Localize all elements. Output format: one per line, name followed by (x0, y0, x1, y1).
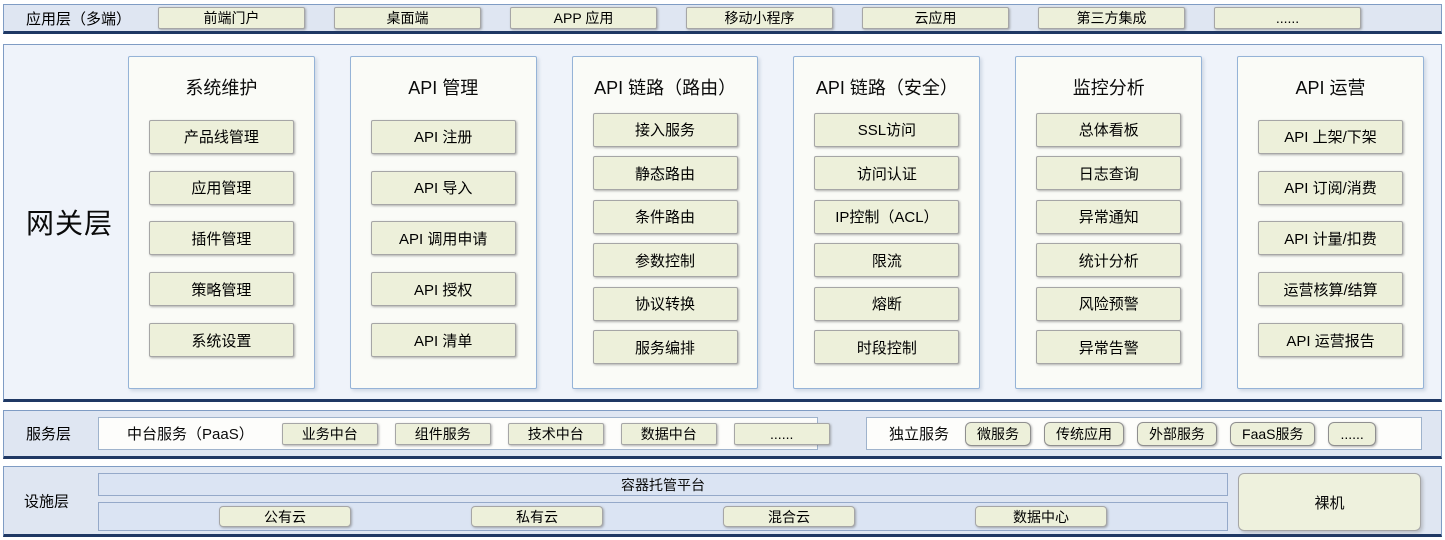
gateway-column-items: 产品线管理 应用管理 插件管理 策略管理 系统设置 (129, 99, 314, 388)
paas-item-chip: 技术中台 (508, 423, 604, 445)
independent-item-chip: 传统应用 (1044, 422, 1124, 446)
infrastructure-layer-label: 设施层 (24, 490, 69, 511)
independent-item-chip: 外部服务 (1137, 422, 1217, 446)
gateway-item-chip: API 导入 (371, 171, 516, 205)
paas-item-chip: 组件服务 (395, 423, 491, 445)
gateway-item-chip: 总体看板 (1036, 113, 1181, 147)
application-item-chip: 桌面端 (334, 7, 481, 29)
gateway-item-chip: 接入服务 (593, 113, 738, 147)
gateway-column-items: 总体看板 日志查询 异常通知 统计分析 风险预警 异常告警 (1016, 99, 1201, 388)
gateway-column-monitoring-analysis: 监控分析 总体看板 日志查询 异常通知 统计分析 风险预警 异常告警 (1015, 56, 1202, 389)
independent-item-chip: FaaS服务 (1230, 422, 1315, 446)
gateway-column-title: API 链路（安全） (794, 57, 979, 99)
gateway-item-chip: 异常告警 (1036, 330, 1181, 364)
application-layer-items: 前端门户 桌面端 APP 应用 移动小程序 云应用 第三方集成 ...... (158, 7, 1361, 29)
gateway-item-chip: 限流 (814, 243, 959, 277)
gateway-item-chip: 统计分析 (1036, 243, 1181, 277)
application-item-chip: APP 应用 (510, 7, 657, 29)
gateway-column-api-link-routing: API 链路（路由） 接入服务 静态路由 条件路由 参数控制 协议转换 服务编排 (572, 56, 759, 389)
application-layer-label: 应用层（多端） (20, 8, 158, 29)
cloud-item-chip: 数据中心 (975, 506, 1107, 527)
independent-item-chip: 微服务 (965, 422, 1031, 446)
application-item-chip: 第三方集成 (1038, 7, 1185, 29)
gateway-layer-label: 网关层 (26, 202, 113, 242)
bare-metal-box: 裸机 (1238, 473, 1421, 531)
gateway-column-api-operation: API 运营 API 上架/下架 API 订阅/消费 API 计量/扣费 运营核… (1237, 56, 1424, 389)
gateway-item-chip: API 上架/下架 (1258, 120, 1403, 154)
paas-item-chip: 数据中台 (621, 423, 717, 445)
gateway-column-title: API 运营 (1238, 57, 1423, 99)
cloud-item-chip: 私有云 (471, 506, 603, 527)
gateway-column-title: API 管理 (351, 57, 536, 99)
paas-item-chip: 业务中台 (282, 423, 378, 445)
application-item-chip: 移动小程序 (686, 7, 833, 29)
gateway-item-chip: 访问认证 (814, 156, 959, 190)
gateway-item-chip: API 注册 (371, 120, 516, 154)
gateway-item-chip: API 调用申请 (371, 221, 516, 255)
gateway-item-chip: 时段控制 (814, 330, 959, 364)
infrastructure-layer-band: 设施层 容器托管平台 公有云 私有云 混合云 数据中心 裸机 (3, 466, 1442, 537)
gateway-column-title: 系统维护 (129, 57, 314, 99)
gateway-item-chip: 静态路由 (593, 156, 738, 190)
gateway-item-chip: 服务编排 (593, 330, 738, 364)
gateway-column-title: API 链路（路由） (573, 57, 758, 99)
service-layer-label: 服务层 (20, 423, 98, 444)
gateway-item-chip: API 授权 (371, 272, 516, 306)
gateway-column-api-management: API 管理 API 注册 API 导入 API 调用申请 API 授权 API… (350, 56, 537, 389)
gateway-item-chip: 条件路由 (593, 200, 738, 234)
gateway-item-chip: 运营核算/结算 (1258, 272, 1403, 306)
paas-services-items: 业务中台 组件服务 技术中台 数据中台 ...... (282, 423, 830, 445)
gateway-item-chip: API 清单 (371, 323, 516, 357)
infrastructure-main-area: 容器托管平台 公有云 私有云 混合云 数据中心 (98, 473, 1228, 531)
gateway-columns: 系统维护 产品线管理 应用管理 插件管理 策略管理 系统设置 AP (128, 56, 1424, 389)
gateway-column-items: SSL访问 访问认证 IP控制（ACL） 限流 熔断 时段控制 (794, 99, 979, 388)
gateway-item-chip: IP控制（ACL） (814, 200, 959, 234)
gateway-item-chip: API 订阅/消费 (1258, 171, 1403, 205)
paas-services-box: 中台服务（PaaS） 业务中台 组件服务 技术中台 数据中台 ...... (98, 417, 818, 450)
paas-services-title: 中台服务（PaaS） (127, 423, 254, 444)
application-item-chip: 云应用 (862, 7, 1009, 29)
application-item-chip: 前端门户 (158, 7, 305, 29)
gateway-item-chip: 产品线管理 (149, 120, 294, 154)
gateway-item-chip: 日志查询 (1036, 156, 1181, 190)
service-layer-band: 服务层 中台服务（PaaS） 业务中台 组件服务 技术中台 数据中台 .....… (3, 410, 1442, 459)
gateway-item-chip: 应用管理 (149, 171, 294, 205)
cloud-item-chip: 混合云 (723, 506, 855, 527)
paas-item-chip: ...... (734, 423, 830, 445)
gateway-column-api-link-security: API 链路（安全） SSL访问 访问认证 IP控制（ACL） 限流 熔断 时段… (793, 56, 980, 389)
container-platform-bar: 容器托管平台 (98, 473, 1228, 496)
gateway-item-chip: 策略管理 (149, 272, 294, 306)
gateway-item-chip: 熔断 (814, 287, 959, 321)
gateway-column-items: 接入服务 静态路由 条件路由 参数控制 协议转换 服务编排 (573, 99, 758, 388)
architecture-diagram: 应用层（多端） 前端门户 桌面端 APP 应用 移动小程序 云应用 第三方集成 … (0, 0, 1445, 540)
gateway-item-chip: API 计量/扣费 (1258, 221, 1403, 255)
gateway-column-items: API 注册 API 导入 API 调用申请 API 授权 API 清单 (351, 99, 536, 388)
gateway-item-chip: 系统设置 (149, 323, 294, 357)
gateway-layer-band: 网关层 系统维护 产品线管理 应用管理 插件管理 策略管理 系统设置 (3, 44, 1442, 402)
gateway-item-chip: 风险预警 (1036, 287, 1181, 321)
gateway-item-chip: API 运营报告 (1258, 323, 1403, 357)
cloud-options-row: 公有云 私有云 混合云 数据中心 (98, 502, 1228, 531)
application-layer-band: 应用层（多端） 前端门户 桌面端 APP 应用 移动小程序 云应用 第三方集成 … (3, 4, 1442, 34)
gateway-item-chip: 插件管理 (149, 221, 294, 255)
independent-services-items: 微服务 传统应用 外部服务 FaaS服务 ...... (965, 422, 1376, 446)
gateway-item-chip: 异常通知 (1036, 200, 1181, 234)
independent-services-title: 独立服务 (889, 423, 949, 444)
independent-services-box: 独立服务 微服务 传统应用 外部服务 FaaS服务 ...... (866, 417, 1422, 450)
gateway-column-system-maintenance: 系统维护 产品线管理 应用管理 插件管理 策略管理 系统设置 (128, 56, 315, 389)
gateway-item-chip: 参数控制 (593, 243, 738, 277)
application-item-chip: ...... (1214, 7, 1361, 29)
gateway-item-chip: SSL访问 (814, 113, 959, 147)
cloud-item-chip: 公有云 (219, 506, 351, 527)
gateway-column-items: API 上架/下架 API 订阅/消费 API 计量/扣费 运营核算/结算 AP… (1238, 99, 1423, 388)
gateway-item-chip: 协议转换 (593, 287, 738, 321)
gateway-column-title: 监控分析 (1016, 57, 1201, 99)
independent-item-chip: ...... (1328, 422, 1375, 446)
